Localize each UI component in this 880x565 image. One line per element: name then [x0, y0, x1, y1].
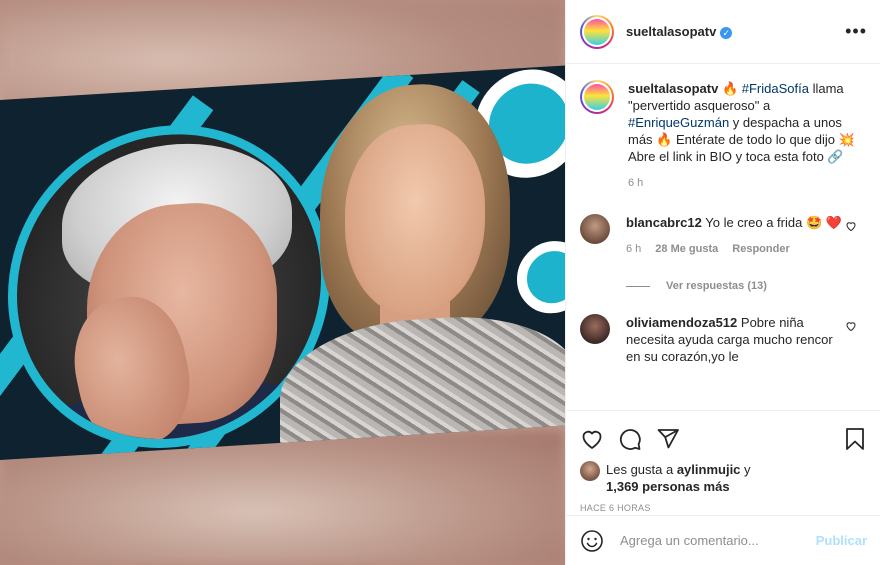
woman-portrait — [280, 75, 565, 461]
likes-text: Les gusta a aylinmujic y 1,369 personas … — [606, 461, 751, 495]
comment-author[interactable]: oliviamendoza512 — [626, 315, 737, 330]
comment-input[interactable] — [620, 533, 816, 548]
comment-composer: Publicar — [566, 515, 880, 565]
avatar-logo — [584, 18, 610, 45]
account-username-text[interactable]: sueltalasopatv — [626, 24, 716, 39]
comment-text: Yo le creo a frida 🤩 ❤️ — [701, 215, 842, 230]
liked-by-user[interactable]: aylinmujic — [677, 462, 741, 477]
publish-button[interactable]: Publicar — [816, 533, 867, 548]
comment-item: blancabrc12 Yo le creo a frida 🤩 ❤️ 6 h … — [580, 214, 867, 258]
post-header: sueltalasopatv ✓ ••• — [566, 0, 880, 64]
commenter-avatar[interactable] — [580, 314, 610, 344]
comment-icon[interactable] — [618, 427, 642, 451]
avatar-logo — [584, 84, 610, 110]
verified-badge-icon: ✓ — [720, 27, 733, 39]
hashtag-link[interactable]: #FridaSofía — [742, 81, 809, 96]
view-replies-label[interactable]: Ver respuestas (13) — [666, 280, 767, 292]
heart-icon[interactable] — [580, 427, 604, 451]
account-username[interactable]: sueltalasopatv ✓ — [626, 24, 733, 39]
commenter-avatar[interactable] — [580, 214, 610, 244]
view-replies-button[interactable]: Ver respuestas (13) — [626, 280, 867, 292]
caption-body: sueltalasopatv 🔥 #FridaSofía llama "perv… — [628, 80, 858, 192]
comment-like-heart-icon[interactable] — [845, 220, 857, 232]
hashtag-link[interactable]: #EnriqueGuzmán — [628, 115, 729, 130]
comment-like-heart-icon[interactable] — [845, 320, 857, 332]
likes-prefix: Les gusta a — [606, 462, 677, 477]
caption: sueltalasopatv 🔥 #FridaSofía llama "perv… — [580, 80, 867, 192]
caption-text: 🔥 — [718, 81, 742, 96]
caption-avatar[interactable] — [580, 80, 614, 114]
more-options-icon[interactable]: ••• — [845, 21, 867, 42]
reply-button[interactable]: Responder — [732, 241, 789, 258]
caption-time[interactable]: 6 h — [628, 175, 858, 192]
comment-body: oliviamendoza512 Pobre niña necesita ayu… — [626, 314, 846, 365]
bookmark-icon[interactable] — [843, 427, 867, 451]
emoji-icon[interactable] — [580, 529, 604, 553]
post-timestamp[interactable]: HACE 6 HORAS — [580, 503, 867, 513]
avatar-ring — [582, 16, 612, 47]
likes-summary: Les gusta a aylinmujic y 1,369 personas … — [580, 461, 867, 495]
account-avatar[interactable] — [580, 14, 614, 49]
comment-author[interactable]: blancabrc12 — [626, 215, 702, 230]
liker-avatar[interactable] — [580, 461, 600, 481]
post-image[interactable] — [0, 0, 565, 565]
comments-list[interactable]: sueltalasopatv 🔥 #FridaSofía llama "perv… — [566, 64, 880, 410]
comment-likes[interactable]: 28 Me gusta — [655, 241, 718, 258]
comment-meta: 6 h 28 Me gusta Responder — [626, 241, 846, 258]
news-graphic — [0, 65, 565, 461]
comment-time[interactable]: 6 h — [626, 241, 641, 258]
likes-count[interactable]: 1,369 personas más — [606, 479, 730, 494]
post-sidebar: sueltalasopatv ✓ ••• sueltalasopatv 🔥 #Fr… — [565, 0, 880, 565]
comment-item: oliviamendoza512 Pobre niña necesita ayu… — [580, 314, 867, 365]
share-icon[interactable] — [656, 427, 680, 451]
caption-author[interactable]: sueltalasopatv — [628, 81, 718, 96]
post-actions: Les gusta a aylinmujic y 1,369 personas … — [566, 410, 880, 515]
action-icons — [580, 419, 867, 459]
avatar-ring — [582, 82, 612, 112]
comment-body: blancabrc12 Yo le creo a frida 🤩 ❤️ 6 h … — [626, 214, 846, 258]
likes-mid: y — [740, 462, 751, 477]
